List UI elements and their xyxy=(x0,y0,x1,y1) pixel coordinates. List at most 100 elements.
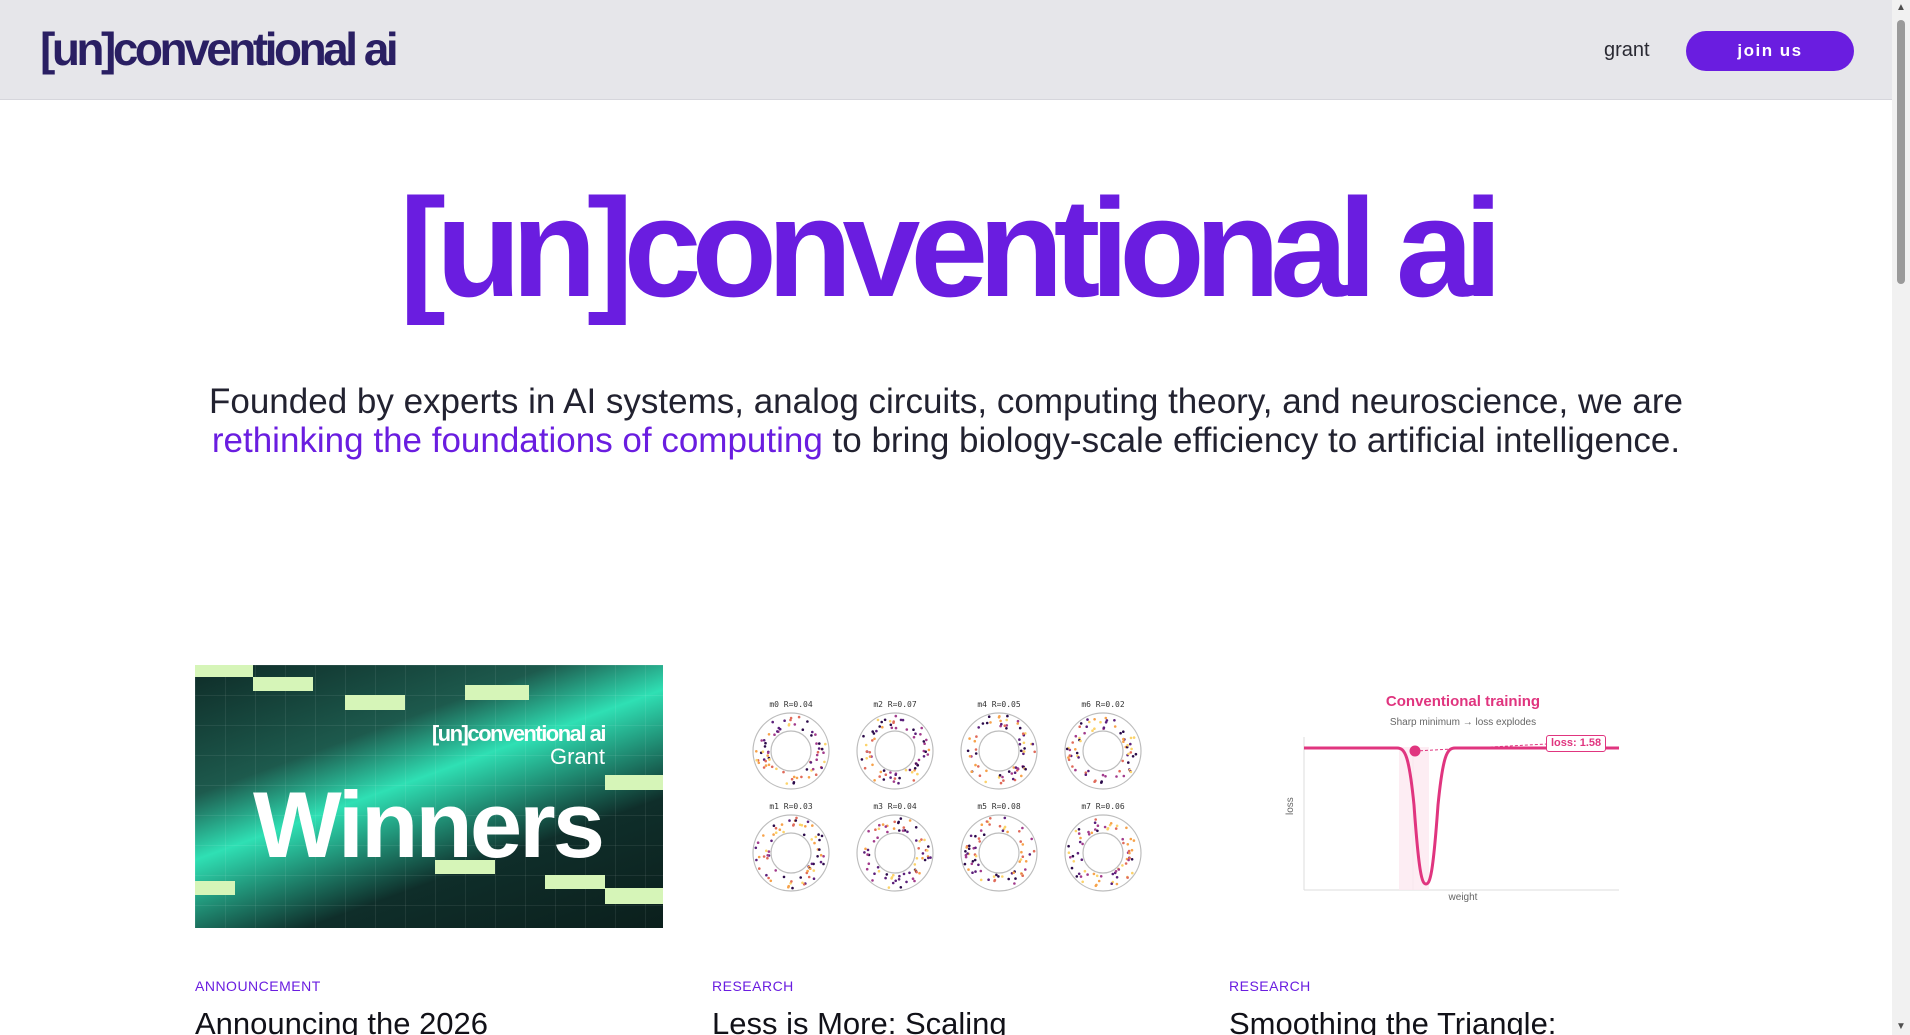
deco-block xyxy=(345,695,405,710)
article-card-research-scaling[interactable]: m0 R=0.04 m2 R=0.07 m4 R=0.05 m6 R=0.02 m1 R… xyxy=(712,665,1182,1035)
scroll-thumb[interactable] xyxy=(1897,20,1905,284)
scatter-point xyxy=(806,820,810,824)
scatter-point xyxy=(773,733,776,736)
scatter-point xyxy=(873,872,876,875)
scatter-point xyxy=(981,722,985,725)
scatter-point xyxy=(1007,770,1011,773)
scatter-point xyxy=(809,867,812,870)
scatter-point xyxy=(1019,749,1023,753)
scatter-point xyxy=(966,852,969,855)
scatter-point xyxy=(1083,869,1087,873)
scatter-point xyxy=(926,849,929,852)
scatter-point xyxy=(1114,827,1118,830)
join-us-button[interactable]: join us xyxy=(1686,31,1854,71)
scatter-point xyxy=(905,728,909,731)
card-title[interactable]: Less is More: Scaling xyxy=(712,1005,1007,1035)
scatter-point xyxy=(810,838,813,841)
scatter-point xyxy=(927,856,930,860)
scatter-point xyxy=(1070,866,1074,870)
scatter-point xyxy=(775,767,778,771)
scatter-point xyxy=(988,823,991,826)
page-scrollbar[interactable]: ▲ ▼ xyxy=(1892,0,1910,1035)
scatter-point xyxy=(1085,725,1088,728)
scatter-point xyxy=(1003,825,1007,829)
scatter-point xyxy=(979,869,983,873)
scatter-point xyxy=(970,862,974,866)
scroll-up-arrow-icon[interactable]: ▲ xyxy=(1896,2,1906,14)
scatter-point xyxy=(1127,752,1130,756)
scatter-point xyxy=(1018,738,1021,741)
scatter-point xyxy=(762,855,766,858)
scatter-point xyxy=(1065,747,1069,751)
scatter-point xyxy=(871,763,874,767)
deco-block xyxy=(195,881,235,895)
scatter-point xyxy=(1005,727,1008,730)
scatter-point xyxy=(915,839,918,842)
scatter-point xyxy=(964,850,967,853)
scatter-point xyxy=(810,862,814,866)
scatter-point xyxy=(819,853,823,857)
scatter-point xyxy=(1011,777,1015,781)
scatter-point xyxy=(1096,829,1099,833)
scatter-point xyxy=(922,740,926,743)
ring-plots-image[interactable]: m0 R=0.04 m2 R=0.07 m4 R=0.05 m6 R=0.02 m1 R… xyxy=(712,665,1180,928)
nav-link-grant[interactable]: grant xyxy=(1604,38,1650,62)
scatter-point xyxy=(923,858,927,862)
chart-title: Conventional training xyxy=(1385,693,1541,710)
card-category: RESEARCH xyxy=(1229,978,1311,994)
scatter-point xyxy=(1100,781,1103,784)
scatter-point xyxy=(877,869,881,873)
scatter-point xyxy=(979,829,983,832)
scatter-point xyxy=(894,726,898,730)
scatter-point xyxy=(822,751,825,754)
scatter-point xyxy=(867,862,871,865)
scatter-point xyxy=(1091,729,1094,732)
article-card-announcement[interactable]: [un]conventional ai Grant Winners ANNOUN… xyxy=(195,665,665,1035)
card-title[interactable]: Announcing the 2026 xyxy=(195,1005,488,1035)
site-logo[interactable]: [un]conventional ai xyxy=(40,22,399,76)
scatter-point xyxy=(754,846,758,850)
scatter-point xyxy=(1013,882,1016,885)
scatter-point xyxy=(1087,769,1090,773)
scatter-point xyxy=(1104,775,1107,778)
scatter-point xyxy=(865,867,869,871)
scatter-point xyxy=(783,719,786,722)
article-card-research-smoothing[interactable]: Conventional training Sharp minimum → lo… xyxy=(1229,665,1699,1035)
scatter-point xyxy=(871,730,874,733)
panel-label: m2 R=0.07 xyxy=(873,700,917,709)
scatter-point xyxy=(1113,725,1117,728)
scatter-point xyxy=(1121,864,1124,867)
scatter-point xyxy=(970,770,973,773)
scatter-point xyxy=(1078,725,1081,728)
scatter-point xyxy=(1006,830,1009,834)
scatter-point xyxy=(815,758,818,761)
scatter-point xyxy=(772,824,776,827)
scatter-point xyxy=(926,753,930,756)
scatter-point xyxy=(795,816,798,820)
scatter-point xyxy=(1129,736,1133,740)
scatter-point xyxy=(1018,742,1022,746)
card-title[interactable]: Smoothing the Triangle: xyxy=(1229,1005,1556,1035)
scatter-point xyxy=(1022,752,1025,756)
scatter-point xyxy=(1020,774,1023,778)
winners-image[interactable]: [un]conventional ai Grant Winners xyxy=(195,665,663,928)
scatter-point xyxy=(1079,739,1082,743)
scatter-point xyxy=(894,714,898,718)
scroll-down-arrow-icon[interactable]: ▼ xyxy=(1896,1021,1906,1033)
scatter-point xyxy=(882,778,886,781)
ring-outline xyxy=(752,814,830,892)
scatter-point xyxy=(1071,854,1075,858)
scatter-point xyxy=(1127,761,1130,764)
scatter-point xyxy=(974,846,977,850)
scatter-point xyxy=(762,766,766,769)
loss-chart-image[interactable]: Conventional training Sharp minimum → lo… xyxy=(1229,665,1697,928)
scatter-point xyxy=(1014,766,1018,769)
scatter-point xyxy=(1014,877,1017,880)
scatter-point xyxy=(792,775,796,779)
scatter-point xyxy=(987,878,990,881)
scatter-point xyxy=(897,781,900,785)
scatter-point xyxy=(1110,882,1113,885)
scatter-point xyxy=(1121,759,1124,763)
scatter-point xyxy=(819,860,823,864)
scatter-point xyxy=(1093,718,1096,721)
